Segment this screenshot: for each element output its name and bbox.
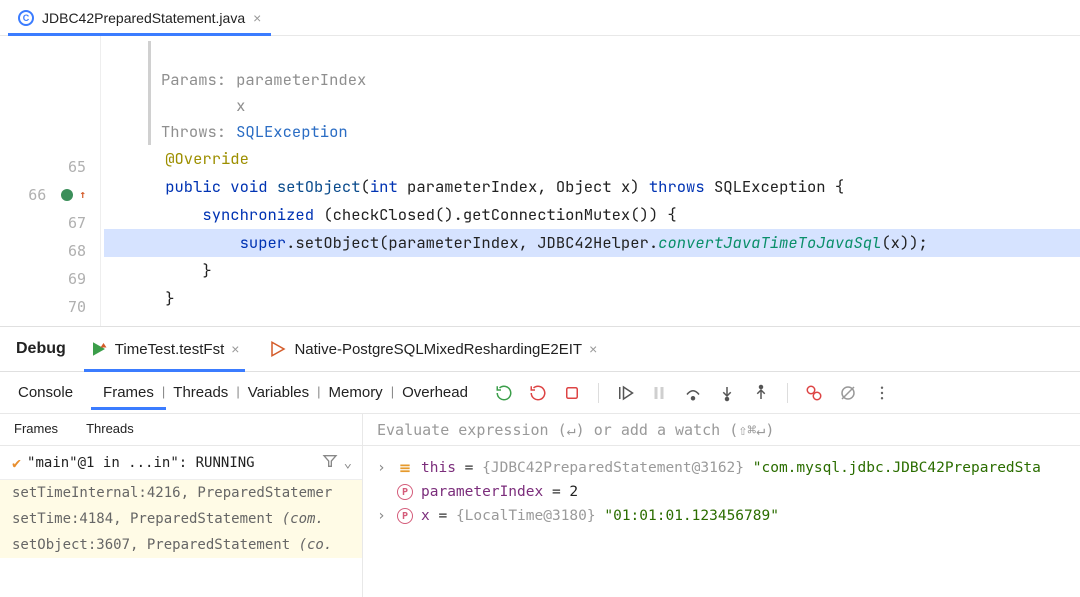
separator xyxy=(598,383,599,403)
file-tab[interactable]: C JDBC42PreparedStatement.java × xyxy=(8,0,271,35)
debug-view-tab-overhead[interactable]: Overhead xyxy=(400,384,470,401)
frames-threads-tabs: Frames Threads xyxy=(0,414,362,446)
thread-label: "main"@1 in ...in": RUNNING xyxy=(27,455,316,471)
class-icon: C xyxy=(18,10,34,26)
code-line[interactable]: } xyxy=(104,257,1080,285)
stop-rerun-icon[interactable] xyxy=(528,383,548,403)
thread-selector[interactable]: ✔ "main"@1 in ...in": RUNNING ⌄ xyxy=(0,446,362,480)
debug-panel-header: Debug TimeTest.testFst × Native-PostgreS… xyxy=(0,326,1080,372)
variable-value: x = {LocalTime@3180} "01:01:01.123456789… xyxy=(421,508,779,524)
expand-arrow-icon[interactable]: › xyxy=(377,508,389,524)
line-number[interactable]: 69 xyxy=(0,265,100,293)
close-icon[interactable]: × xyxy=(589,341,597,357)
primitive-icon: P xyxy=(397,484,413,500)
variable-value: parameterIndex = 2 xyxy=(421,484,578,500)
stop-icon[interactable] xyxy=(562,383,582,403)
line-gutter: 6566 ↑67686970 xyxy=(0,36,100,326)
variable-row[interactable]: › Px = {LocalTime@3180} "01:01:01.1234567… xyxy=(377,504,1074,528)
stack-frame[interactable]: setTimeInternal:4216, PreparedStatemer xyxy=(0,480,362,506)
param-value: x xyxy=(236,93,245,119)
line-number[interactable]: 66 ↑ xyxy=(0,181,100,209)
stack-frame[interactable]: setTime:4184, PreparedStatement (com. xyxy=(0,506,362,532)
test-pass-icon xyxy=(90,340,108,358)
evaluate-expression-input[interactable]: Evaluate expression (↵) or add a watch (… xyxy=(363,414,1080,446)
expand-arrow-icon[interactable]: › xyxy=(377,460,389,476)
mute-breakpoints-icon[interactable] xyxy=(838,383,858,403)
variables-list: › this = {JDBC42PreparedStatement@3162} "… xyxy=(363,446,1080,528)
debug-view-tab-console[interactable]: Console xyxy=(16,384,75,401)
debug-view-tabs: ConsoleFrames|Threads|Variables|Memory|O… xyxy=(0,384,470,401)
step-over-icon[interactable] xyxy=(683,383,703,403)
chevron-down-icon[interactable]: ⌄ xyxy=(344,455,352,471)
tab-frames[interactable]: Frames xyxy=(0,414,72,445)
up-arrow-icon: ↑ xyxy=(79,181,86,209)
params-label: Params: xyxy=(161,67,226,93)
code-line[interactable]: public void setObject(int parameterIndex… xyxy=(104,173,1080,201)
primitive-icon: P xyxy=(397,508,413,524)
filter-icon[interactable] xyxy=(322,453,338,473)
separator: | xyxy=(385,384,400,401)
run-config-tab[interactable]: Native-PostgreSQLMixedReshardingE2EIT × xyxy=(263,327,603,371)
debug-view-tab-frames[interactable]: Frames xyxy=(101,384,156,401)
debug-view-tab-threads[interactable]: Threads xyxy=(171,384,230,401)
close-icon[interactable]: × xyxy=(253,10,261,26)
debug-toolbar: ConsoleFrames|Threads|Variables|Memory|O… xyxy=(0,372,1080,414)
throws-label: Throws: xyxy=(161,119,226,145)
variables-column: Evaluate expression (↵) or add a watch (… xyxy=(363,414,1080,597)
line-number[interactable]: 65 xyxy=(0,153,100,181)
resume-icon[interactable] xyxy=(615,383,635,403)
code-line[interactable]: super.setObject(parameterIndex, JDBC42He… xyxy=(104,229,1080,257)
stack-frame[interactable]: setObject:3607, PreparedStatement (co. xyxy=(0,532,362,558)
debug-view-tab-variables[interactable]: Variables xyxy=(246,384,311,401)
run-config-tab[interactable]: TimeTest.testFst × xyxy=(84,327,246,371)
check-icon: ✔ xyxy=(12,454,21,472)
run-config-name: TimeTest.testFst xyxy=(115,341,224,358)
more-icon[interactable] xyxy=(872,383,892,403)
separator: | xyxy=(230,384,245,401)
code-line[interactable]: synchronized (checkClosed().getConnectio… xyxy=(104,201,1080,229)
step-into-icon[interactable] xyxy=(717,383,737,403)
separator xyxy=(787,383,788,403)
breakpoint-icon[interactable] xyxy=(61,189,73,201)
separator: | xyxy=(156,384,171,401)
javadoc-popup: . Params: parameterIndex Params: x Throw… xyxy=(148,41,1080,145)
separator: | xyxy=(311,384,326,401)
line-number[interactable]: 70 xyxy=(0,293,100,321)
debug-view-tab-memory[interactable]: Memory xyxy=(327,384,385,401)
line-number[interactable]: 68 xyxy=(0,237,100,265)
rerun-icon[interactable] xyxy=(494,383,514,403)
code-area[interactable]: . Params: parameterIndex Params: x Throw… xyxy=(100,36,1080,326)
step-out-icon[interactable] xyxy=(751,383,771,403)
debug-title: Debug xyxy=(16,340,66,358)
debug-body: Frames Threads ✔ "main"@1 in ...in": RUN… xyxy=(0,414,1080,597)
code-editor[interactable]: 6566 ↑67686970 . Params: parameterIndex … xyxy=(0,36,1080,326)
frames-column: Frames Threads ✔ "main"@1 in ...in": RUN… xyxy=(0,414,363,597)
line-number[interactable]: 67 xyxy=(0,209,100,237)
code-line[interactable]: @Override xyxy=(104,145,1080,173)
close-icon[interactable]: × xyxy=(231,341,239,357)
run-config-name: Native-PostgreSQLMixedReshardingE2EIT xyxy=(294,341,582,358)
object-icon xyxy=(397,460,413,476)
tab-threads[interactable]: Threads xyxy=(72,414,148,445)
file-tab-name: JDBC42PreparedStatement.java xyxy=(42,10,245,26)
throws-value[interactable]: SQLException xyxy=(236,119,348,145)
pause-icon[interactable] xyxy=(649,383,669,403)
variable-row[interactable]: › this = {JDBC42PreparedStatement@3162} "… xyxy=(377,456,1074,480)
test-icon xyxy=(269,340,287,358)
code-line[interactable]: } xyxy=(104,285,1080,313)
stack-frames-list: setTimeInternal:4216, PreparedStatemerse… xyxy=(0,480,362,558)
param-value: parameterIndex xyxy=(236,67,366,93)
variable-value: this = {JDBC42PreparedStatement@3162} "c… xyxy=(421,460,1041,476)
variable-row[interactable]: PparameterIndex = 2 xyxy=(377,480,1074,504)
debug-actions xyxy=(494,383,892,403)
editor-file-tabs: C JDBC42PreparedStatement.java × xyxy=(0,0,1080,36)
view-breakpoints-icon[interactable] xyxy=(804,383,824,403)
